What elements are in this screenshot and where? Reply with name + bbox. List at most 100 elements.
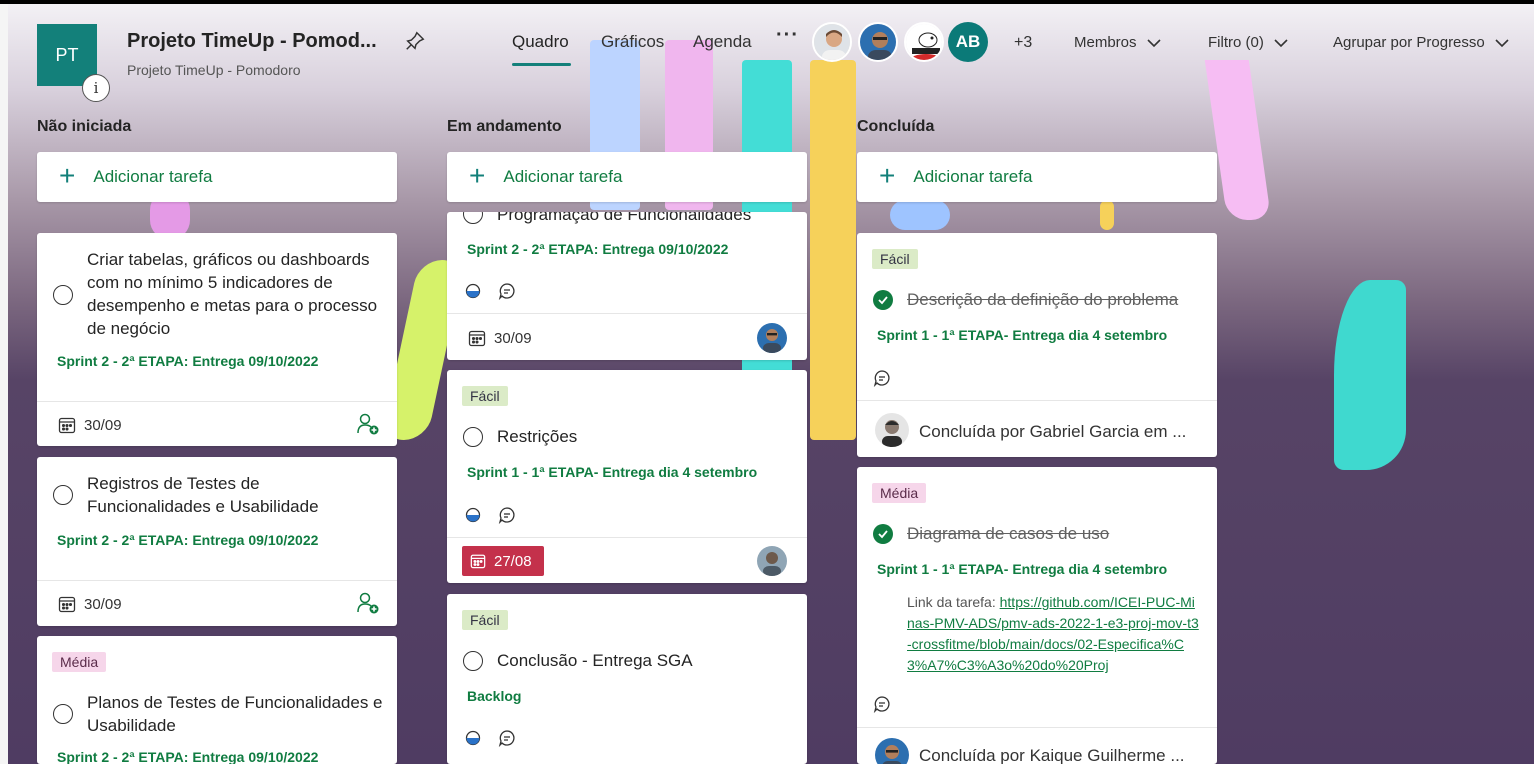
comment-icon[interactable] [873,369,891,387]
board-header: PT i Projeto TimeUp - Pomod... Projeto T… [8,4,1534,104]
task-title-line: Registros de Testes de [87,474,260,493]
assign-user-icon[interactable] [356,412,380,436]
calendar-icon [468,330,486,347]
comment-icon[interactable] [498,506,516,524]
due-date[interactable]: 30/09 [84,417,122,434]
comment-icon[interactable] [873,695,891,713]
plan-title[interactable]: Projeto TimeUp - Pomod... [127,30,377,53]
avatar[interactable] [904,22,944,62]
task-card[interactable]: Fácil Restrições Sprint 1 - 1ª ETAPA- En… [447,370,807,583]
due-date[interactable]: 30/09 [494,330,532,347]
comment-icon[interactable] [498,282,516,300]
bucket-name: Sprint 2 - 2ª ETAPA: Entrega 09/10/2022 [57,532,319,548]
task-title-line: com no mínimo 5 indicadores de [87,273,333,292]
bucket-name: Backlog [467,688,522,704]
progress-in-progress-icon[interactable] [465,507,481,523]
chevron-down-icon [1274,38,1288,47]
avatar[interactable]: AB [948,22,988,62]
add-task-button[interactable]: + Adicionar tarefa [37,152,397,202]
bucket-name: Sprint 1 - 1ª ETAPA- Entrega dia 4 setem… [877,561,1168,577]
more-options-icon[interactable]: ··· [776,24,799,47]
card-footer: 30/09 [37,580,397,626]
tab-quadro[interactable]: Quadro [512,32,569,52]
bucket-name: Sprint 2 - 2ª ETAPA: Entrega 09/10/2022 [467,241,729,257]
calendar-icon [58,596,76,613]
due-date: 27/08 [494,552,532,570]
assignee-avatar[interactable] [757,323,787,353]
add-task-button[interactable]: + Adicionar tarefa [447,152,807,202]
column-title-nao-iniciada[interactable]: Não iniciada [37,118,131,136]
progress-in-progress-icon[interactable] [465,730,481,746]
task-title: Conclusão - Entrega SGA [497,651,693,670]
task-title-line: Usabilidade [87,716,176,735]
add-task-button[interactable]: + Adicionar tarefa [857,152,1217,202]
task-card[interactable]: Programação de Funcionalidades Sprint 2 … [447,212,807,360]
complete-task-checkbox[interactable] [53,285,73,305]
card-footer: 30/09 [37,401,397,446]
complete-task-checkbox[interactable] [53,704,73,724]
chevron-down-icon [1146,38,1161,47]
label-tag: Fácil [462,386,508,406]
active-tab-indicator [512,63,571,66]
complete-task-checkbox[interactable] [463,651,483,671]
task-title: Criar tabelas, gráficos ou dashboards co… [87,248,377,340]
bucket-name: Sprint 1 - 1ª ETAPA- Entrega dia 4 setem… [877,327,1168,343]
complete-task-checkbox[interactable] [53,485,73,505]
column-title-concluida[interactable]: Concluída [857,118,934,136]
task-card[interactable]: Registros de Testes de Funcionalidades e… [37,457,397,626]
filter-label: Filtro (0) [1208,34,1264,51]
plan-subtitle: Projeto TimeUp - Pomodoro [127,62,301,78]
calendar-icon [470,554,486,569]
task-title-line: Planos de Testes de Funcionalidades e [87,693,383,712]
members-dropdown[interactable]: Membros [1074,34,1161,51]
overdue-date-badge[interactable]: 27/08 [462,546,544,576]
task-title: Descrição da definição do problema [907,290,1179,309]
tab-graficos[interactable]: Gráficos [601,32,664,52]
bg-ribbon [1100,200,1114,230]
task-title-line: de negócio [87,319,171,338]
task-card[interactable]: Média Diagrama de casos de uso Sprint 1 … [857,467,1217,764]
task-card[interactable]: Média Planos de Testes de Funcionalidade… [37,636,397,764]
task-title: Registros de Testes de Funcionalidades e… [87,472,319,518]
task-card[interactable]: Fácil Conclusão - Entrega SGA Backlog [447,594,807,764]
plus-icon: + [469,159,486,191]
task-title-line: desempenho e metas para o processo [87,296,378,315]
card-footer: Concluída por Gabriel Garcia em ... [857,400,1217,457]
link-prefix: Link da tarefa: [907,594,1000,610]
bg-ribbon [890,200,950,230]
avatar[interactable] [858,22,898,62]
column-title-em-andamento[interactable]: Em andamento [447,118,562,136]
label-tag: Fácil [462,610,508,630]
task-card[interactable]: Criar tabelas, gráficos ou dashboards co… [37,233,397,446]
bg-ribbon [1334,280,1406,470]
more-members-count[interactable]: +3 [1014,34,1032,52]
task-title-line: Funcionalidades e Usabilidade [87,497,319,516]
due-date[interactable]: 30/09 [84,596,122,613]
group-by-dropdown[interactable]: Agrupar por Progresso [1333,34,1509,51]
completed-check-icon[interactable] [873,524,893,544]
left-edge-strip [0,4,8,764]
task-card[interactable]: Fácil Descrição da definição do problema… [857,233,1217,457]
pin-icon[interactable] [404,30,426,52]
card-footer: Concluída por Kaique Guilherme ... [857,727,1217,764]
task-title: Programação de Funcionalidades [497,212,752,224]
task-title: Planos de Testes de Funcionalidades e Us… [87,691,383,737]
assign-user-icon[interactable] [356,591,380,615]
assignee-avatar[interactable] [757,546,787,576]
avatar[interactable] [812,22,852,62]
completed-check-icon[interactable] [873,290,893,310]
complete-task-checkbox[interactable] [463,427,483,447]
complete-task-checkbox[interactable] [463,212,483,224]
calendar-icon [58,417,76,434]
completed-by-avatar [875,738,909,764]
filter-dropdown[interactable]: Filtro (0) [1208,34,1288,51]
tab-agenda[interactable]: Agenda [693,32,752,52]
info-icon[interactable]: i [82,74,110,102]
comment-icon[interactable] [498,729,516,747]
label-tag: Média [872,483,927,503]
plus-icon: + [879,159,896,191]
bucket-name: Sprint 2 - 2ª ETAPA: Entrega 09/10/2022 [57,749,319,764]
card-footer: 27/08 [447,537,807,583]
progress-in-progress-icon[interactable] [465,283,481,299]
completed-by-text: Concluída por Gabriel Garcia em ... [919,422,1187,441]
